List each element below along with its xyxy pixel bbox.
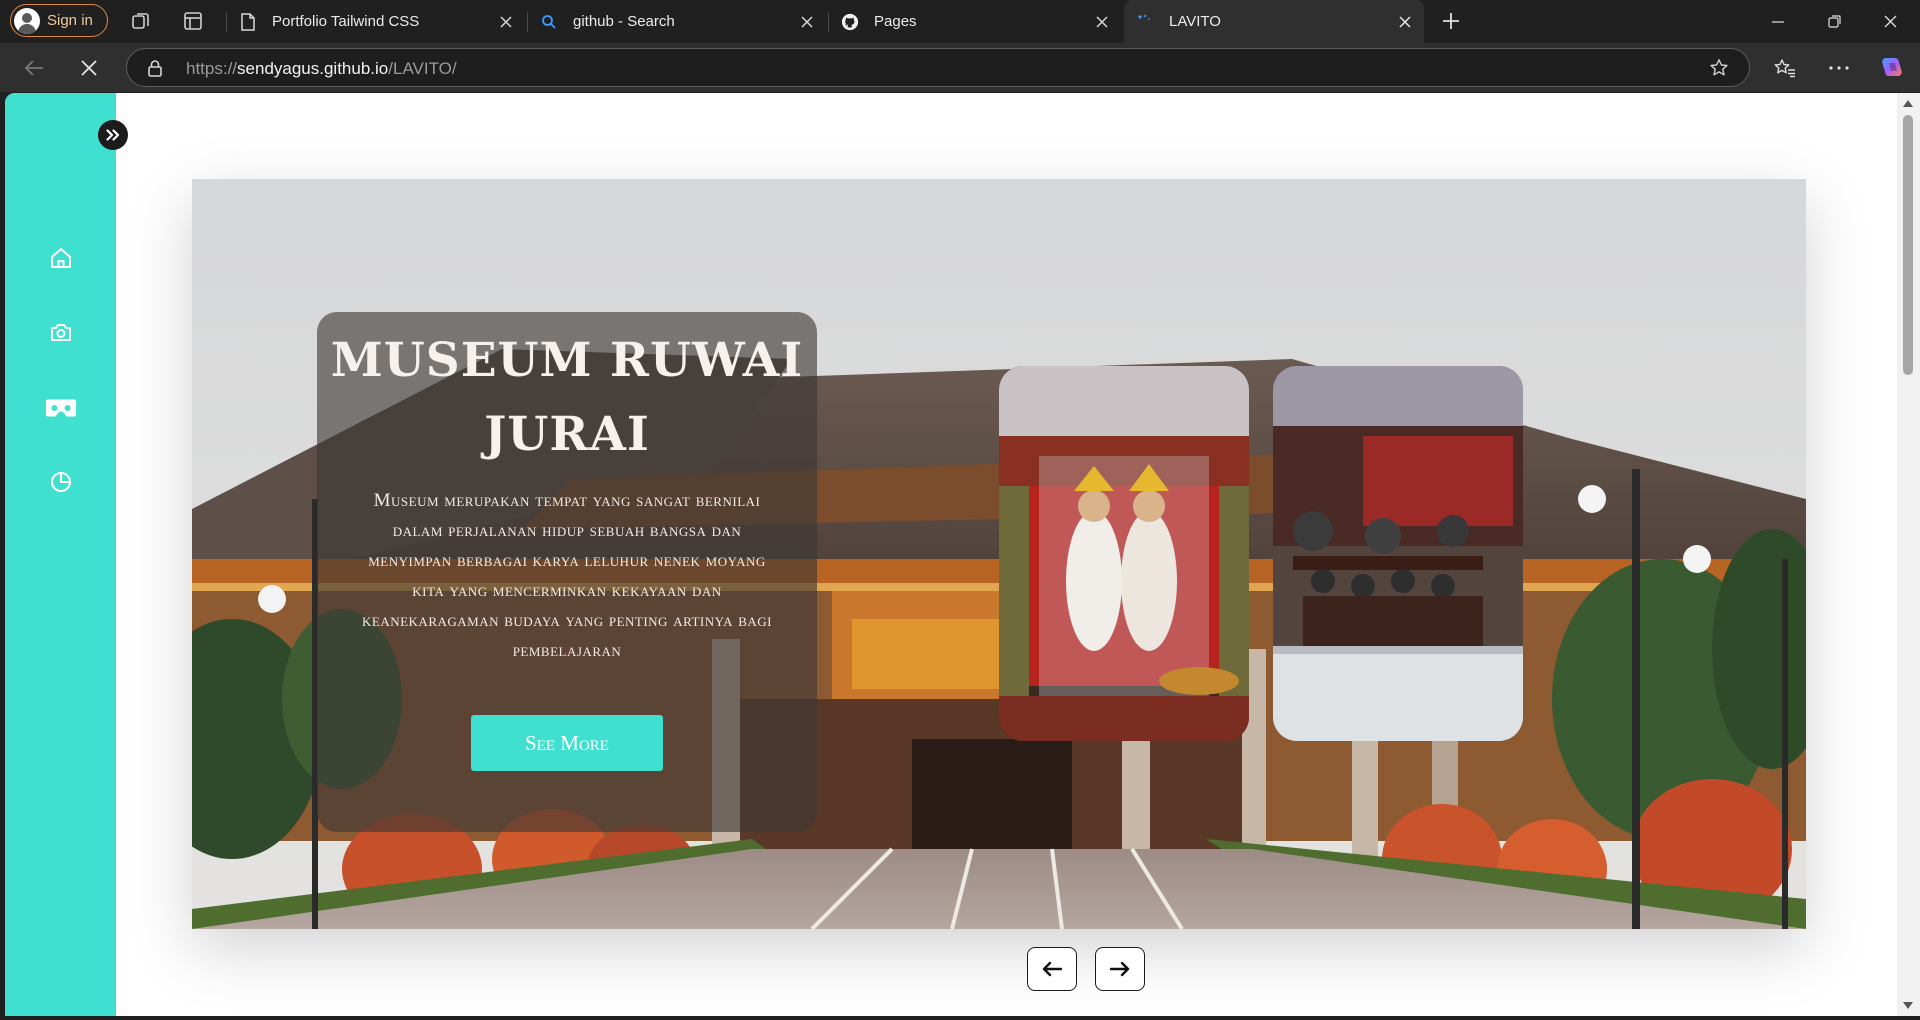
sidebar-item-gallery[interactable] [45, 316, 77, 348]
close-tab-icon[interactable] [792, 7, 822, 37]
home-icon [51, 248, 71, 268]
pie-chart-icon [51, 472, 71, 492]
camera-icon [51, 324, 71, 341]
tab-title: Pages [874, 13, 917, 30]
scroll-up-icon[interactable] [1903, 99, 1913, 107]
sign-in-button[interactable]: Sign in [10, 4, 108, 37]
back-button[interactable] [16, 51, 52, 85]
page-scrollbar[interactable] [1897, 93, 1920, 1016]
address-bar[interactable]: https://sendyagus.github.io/LAVITO/ [126, 48, 1750, 87]
sidebar-item-history[interactable] [45, 466, 77, 498]
scroll-down-icon[interactable] [1903, 1002, 1913, 1010]
restore-button[interactable] [1806, 0, 1862, 43]
vr-headset-icon [45, 399, 77, 417]
close-tab-icon[interactable] [1390, 7, 1420, 37]
next-slide-button[interactable] [1095, 947, 1145, 991]
minimize-button[interactable] [1750, 0, 1806, 43]
favorites-button[interactable] [1767, 51, 1803, 85]
hero-text-card: Museum Ruwai Jurai Museum merupakan temp… [317, 312, 817, 832]
sign-in-label: Sign in [47, 12, 93, 29]
workspaces-icon[interactable] [130, 10, 152, 32]
new-tab-icon[interactable] [1440, 10, 1462, 32]
github-icon [841, 13, 859, 31]
loading-icon [1136, 13, 1154, 31]
close-tab-icon[interactable] [491, 7, 521, 37]
stop-loading-button[interactable] [71, 51, 107, 85]
favorites-icon [1774, 59, 1795, 78]
search-icon [540, 13, 558, 31]
sidebar-item-virtual-tour[interactable] [45, 392, 77, 424]
favorite-star-icon[interactable] [1709, 58, 1729, 78]
close-tab-icon[interactable] [1087, 7, 1117, 37]
sidebar-item-home[interactable] [45, 242, 77, 274]
close-icon [81, 60, 97, 76]
copilot-button[interactable] [1874, 51, 1910, 85]
tab-github-search[interactable]: github - Search [528, 0, 826, 43]
tab-portfolio[interactable]: Portfolio Tailwind CSS [227, 0, 525, 43]
exhibit-photo-2[interactable] [1273, 366, 1523, 741]
exhibit-photo-1[interactable] [999, 366, 1249, 741]
tab-lavito[interactable]: LAVITO [1124, 0, 1424, 43]
arrow-left-icon [24, 60, 43, 76]
tab-actions-icon[interactable] [182, 10, 204, 32]
arrow-left-icon [1042, 961, 1062, 977]
web-page: Museum Ruwai Jurai Museum merupakan temp… [5, 93, 1897, 1016]
document-icon [239, 12, 257, 31]
address-toolbar: https://sendyagus.github.io/LAVITO/ [0, 43, 1920, 92]
close-window-button[interactable] [1862, 0, 1918, 43]
scrollbar-thumb[interactable] [1903, 115, 1913, 375]
gamelan-instrument-image [1273, 366, 1523, 741]
more-menu-button[interactable] [1821, 51, 1857, 85]
traditional-costume-image [999, 366, 1249, 741]
browser-tab-bar: Sign in Portfolio Tailwind CSS github - … [0, 0, 1920, 43]
copilot-icon [1882, 58, 1902, 76]
tab-title: LAVITO [1169, 13, 1221, 30]
tab-pages[interactable]: Pages [829, 0, 1121, 43]
see-more-button[interactable]: See More [471, 715, 663, 771]
hero-description: Museum merupakan tempat yang sangat bern… [362, 490, 772, 661]
sidebar [5, 93, 116, 1016]
avatar-icon [14, 7, 40, 34]
arrow-right-icon [1110, 961, 1130, 977]
expand-sidebar-button[interactable] [98, 120, 128, 150]
lock-icon[interactable] [147, 59, 163, 77]
double-chevron-right-icon [106, 129, 120, 141]
hero-title: Museum Ruwai Jurai [330, 333, 804, 462]
tab-title: github - Search [573, 13, 675, 30]
tab-title: Portfolio Tailwind CSS [272, 13, 420, 30]
more-icon [1829, 66, 1849, 70]
hero-slide: Museum Ruwai Jurai Museum merupakan temp… [192, 179, 1806, 929]
url-text[interactable]: https://sendyagus.github.io/LAVITO/ [186, 59, 457, 79]
previous-slide-button[interactable] [1027, 947, 1077, 991]
